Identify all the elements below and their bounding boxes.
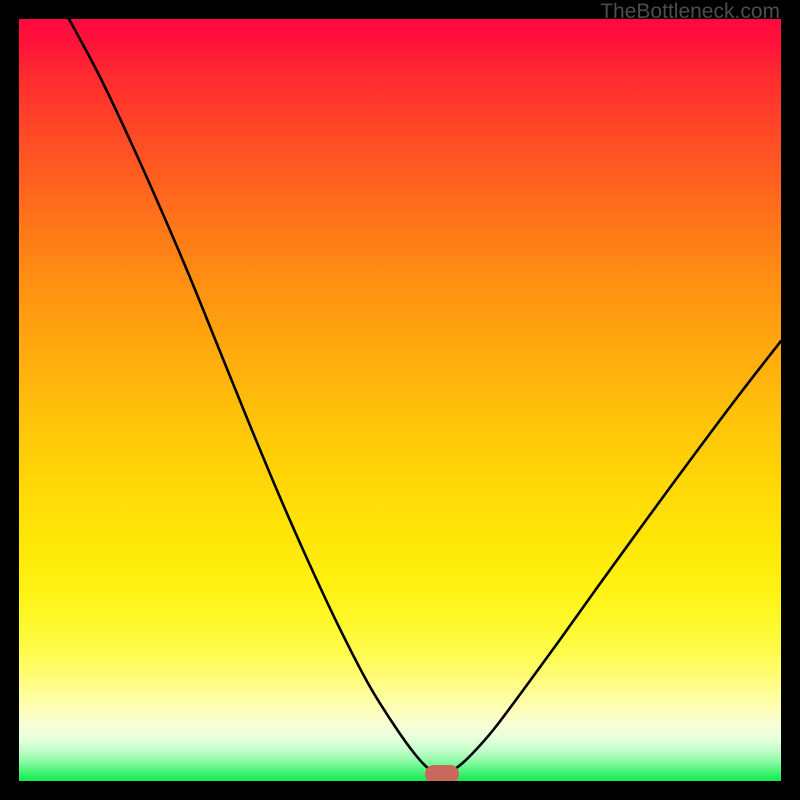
chart-frame: TheBottleneck.com [0, 0, 800, 800]
attribution-label: TheBottleneck.com [600, 0, 780, 24]
bottleneck-curve [19, 19, 781, 781]
plot-area [19, 19, 781, 781]
optimal-point-marker [425, 765, 459, 781]
